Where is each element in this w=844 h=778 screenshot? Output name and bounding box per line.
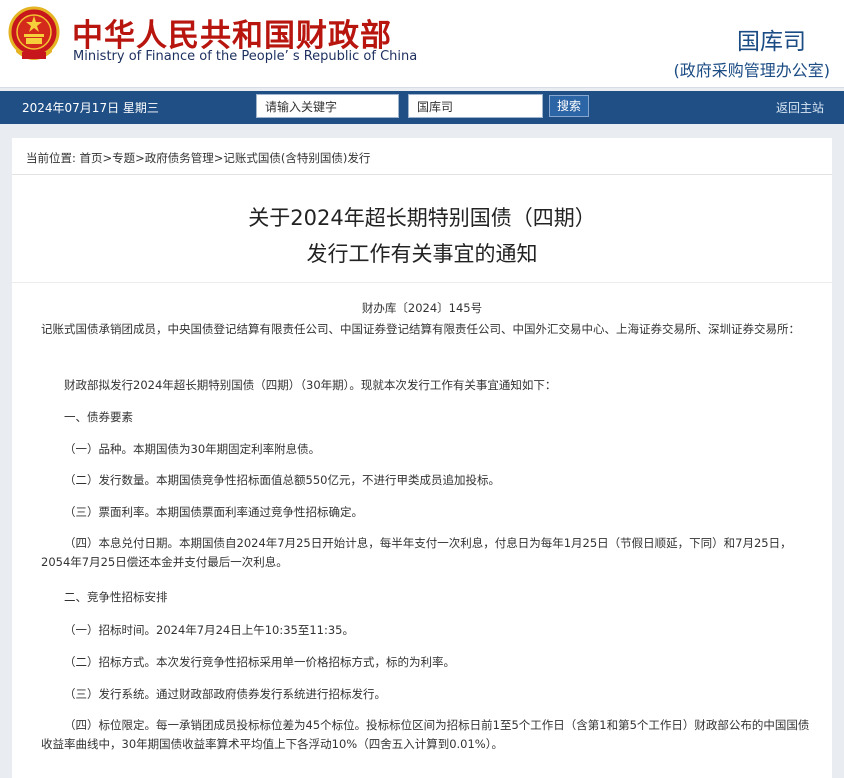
article-paragraph: （一）品种。本期国债为30年期固定利率附息债。 bbox=[64, 442, 321, 456]
article-paragraph: （三）发行系统。通过财政部政府债券发行系统进行招标发行。 bbox=[64, 687, 386, 701]
article-section-heading: 二、竞争性招标安排 bbox=[64, 590, 168, 604]
article-paragraph: （二）发行数量。本期国债竞争性招标面值总额550亿元，不进行甲类成员追加投标。 bbox=[64, 473, 500, 487]
search-button[interactable]: 搜索 bbox=[549, 95, 589, 117]
national-emblem-icon bbox=[8, 6, 60, 60]
ministry-name-en: Ministry of Finance of the People’ s Rep… bbox=[73, 49, 418, 64]
article-paragraph: （一）招标时间。2024年7月24日上午10:35至11:35。 bbox=[64, 623, 354, 637]
article-paragraph: （四）标位限定。每一承销团成员投标标位差为45个标位。投标标位区间为招标日前1至… bbox=[41, 718, 810, 751]
return-home-link[interactable]: 返回主站 bbox=[776, 99, 824, 116]
department-subtitle: (政府采购管理办公室) bbox=[673, 61, 831, 80]
search-input[interactable]: 请输入关键字 bbox=[256, 94, 399, 118]
department-name[interactable]: 国库司 bbox=[737, 22, 806, 56]
breadcrumb[interactable]: 当前位置: 首页>专题>政府债务管理>记账式国债(含特别国债)发行 bbox=[26, 150, 370, 166]
site-header: 中华人民共和国财政部 Ministry of Finance of the Pe… bbox=[0, 0, 844, 88]
article-paragraph: 记账式国债承销团成员，中央国债登记结算有限责任公司、中国证券登记结算有限责任公司… bbox=[41, 322, 800, 336]
department-select[interactable]: 国库司 bbox=[408, 94, 543, 118]
article-paragraph: （二）招标方式。本次发行竞争性招标采用单一价格招标方式，标的为利率。 bbox=[64, 655, 455, 669]
current-date: 2024年07月17日 星期三 bbox=[22, 101, 159, 115]
article-section-heading: 一、债券要素 bbox=[64, 410, 133, 424]
article-title-line1: 关于2024年超长期特别国债（四期） bbox=[248, 206, 596, 230]
breadcrumb-divider bbox=[12, 174, 832, 175]
article-paragraph: 财政部拟发行2024年超长期特别国债（四期）（30年期）。现就本次发行工作有关事… bbox=[64, 378, 557, 392]
document-number: 财办库〔2024〕145号 bbox=[361, 301, 483, 315]
title-divider bbox=[12, 282, 832, 283]
article-card: 当前位置: 首页>专题>政府债务管理>记账式国债(含特别国债)发行 关于2024… bbox=[12, 138, 832, 778]
nav-bar: 2024年07月17日 星期三 请输入关键字 国库司 搜索 返回主站 bbox=[0, 91, 844, 124]
article-paragraph: （三）票面利率。本期国债票面利率通过竞争性招标确定。 bbox=[64, 505, 363, 519]
article-title-line2: 发行工作有关事宜的通知 bbox=[306, 242, 538, 266]
article-paragraph: （四）本息兑付日期。本期国债自2024年7月25日开始计息，每半年支付一次利息，… bbox=[41, 536, 792, 569]
